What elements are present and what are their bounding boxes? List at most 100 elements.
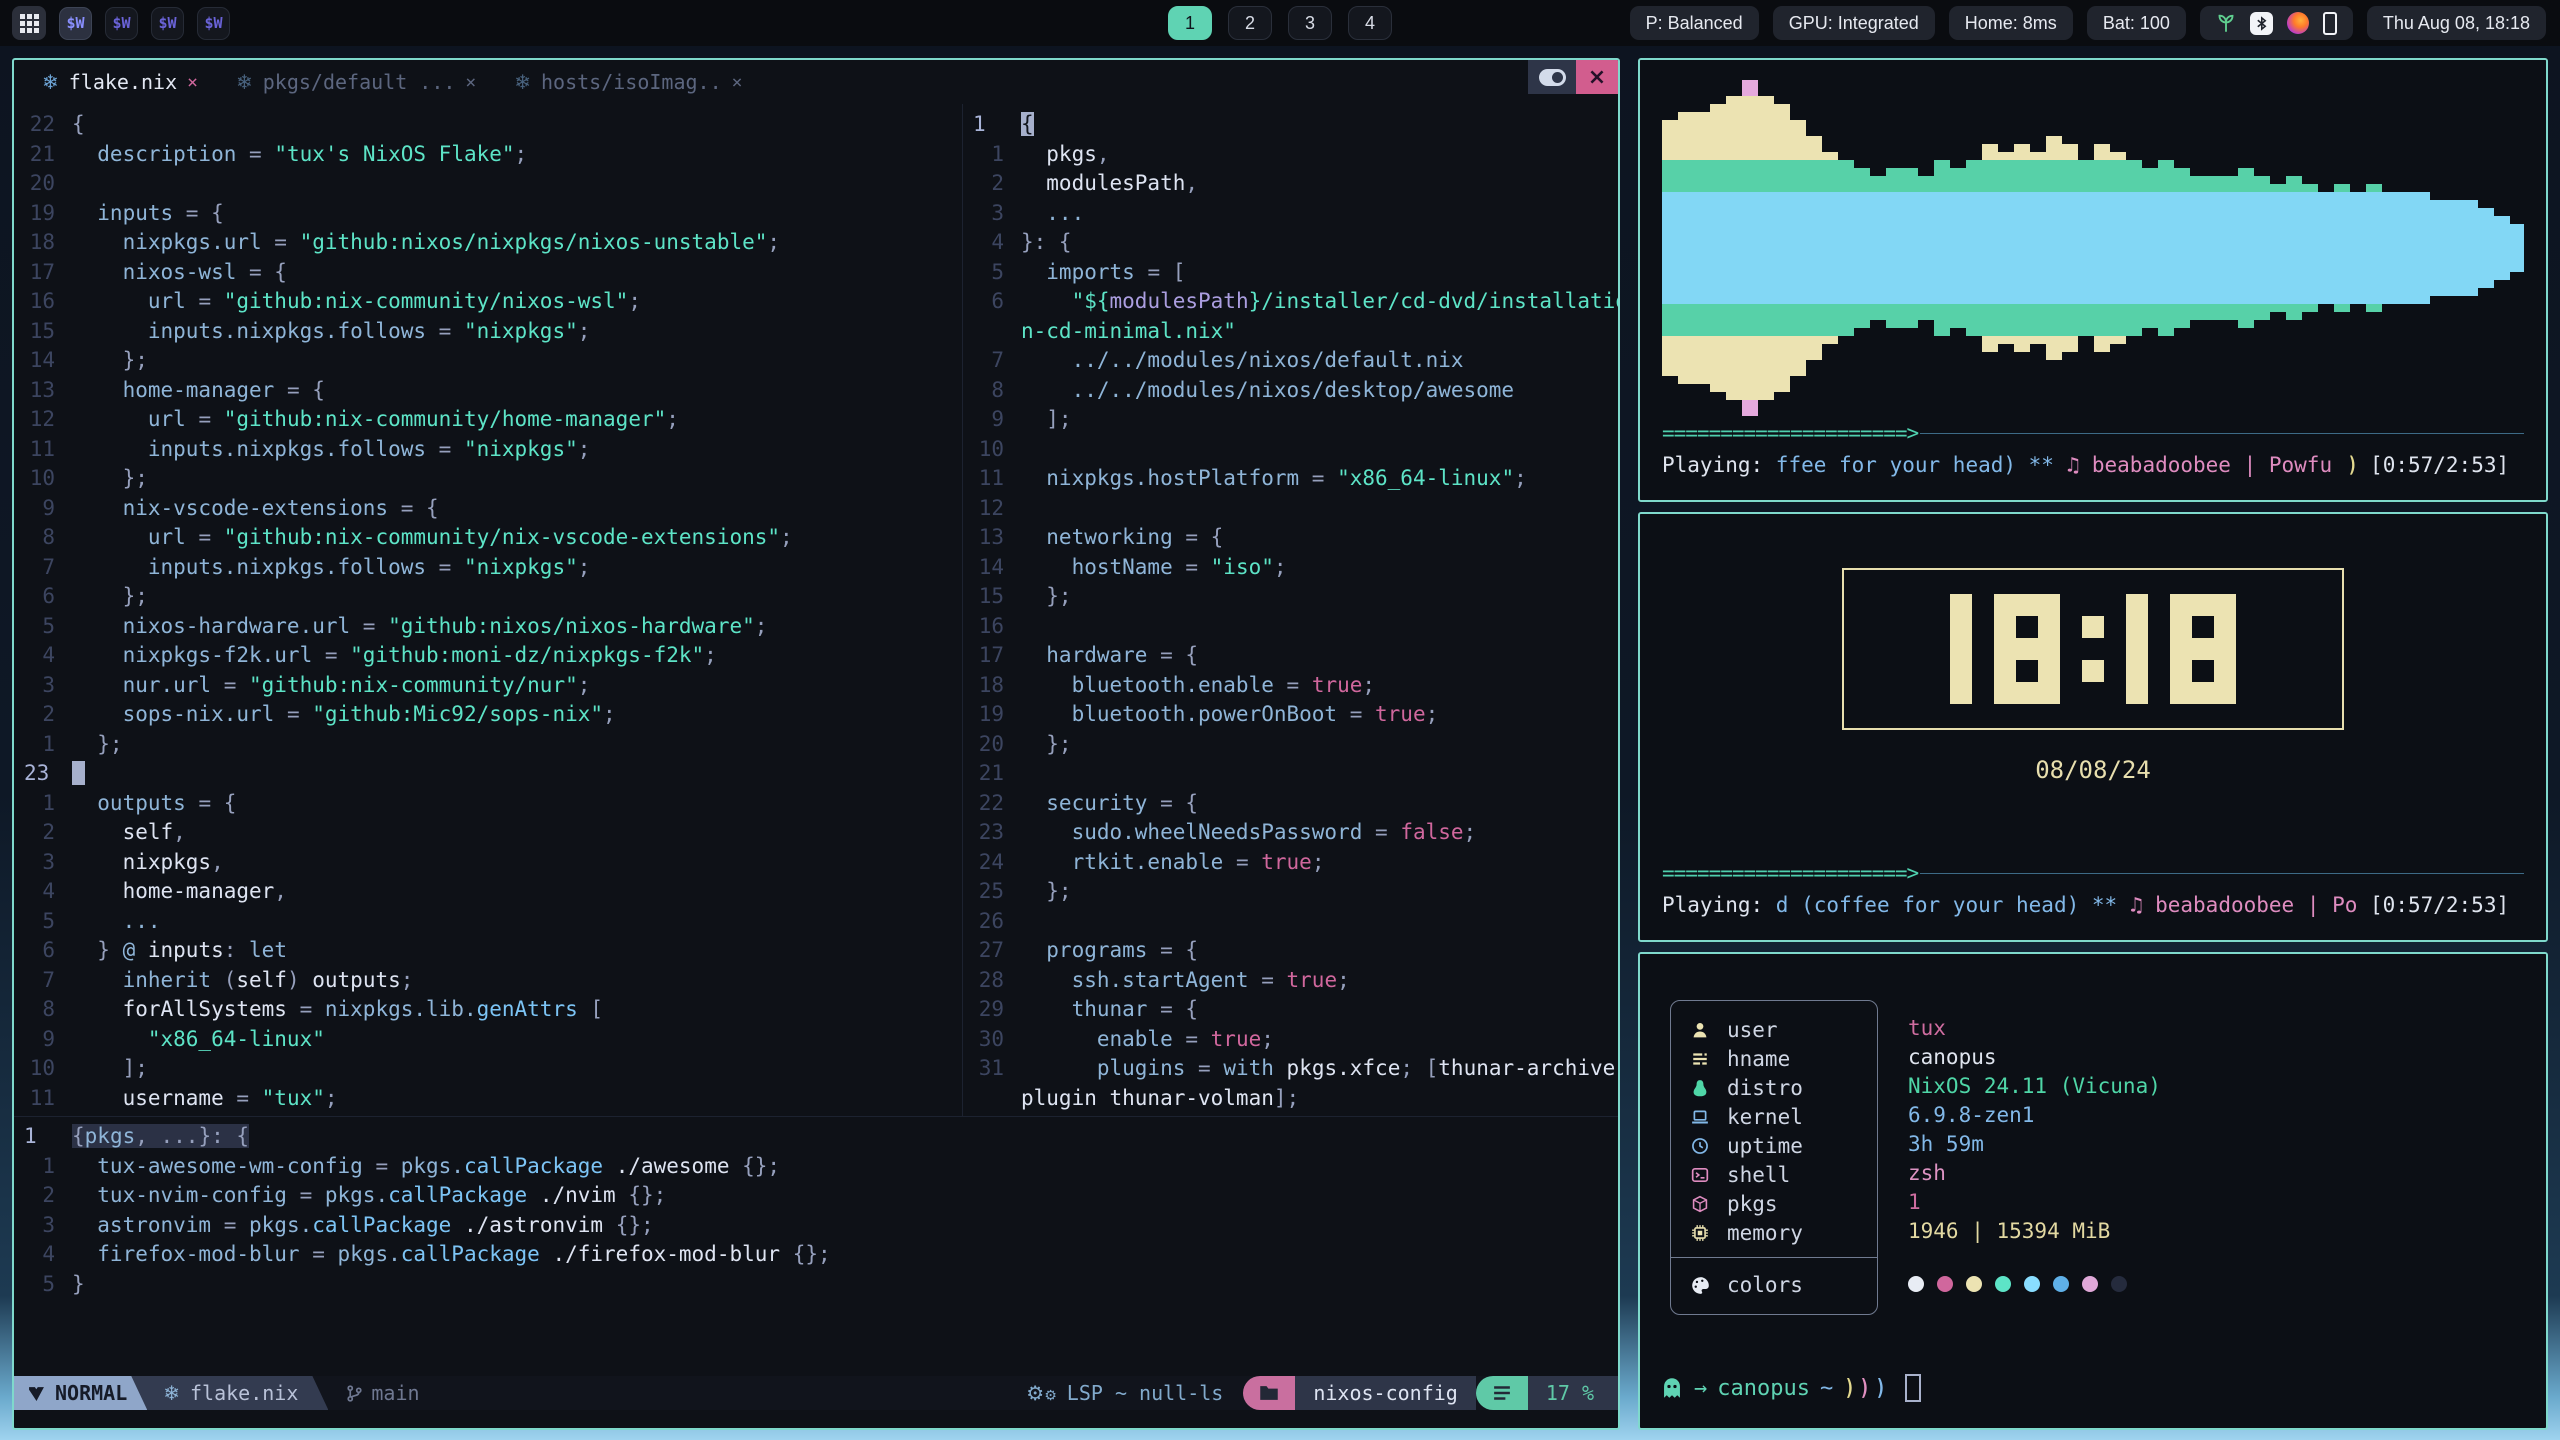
status-pill[interactable]: P: Balanced xyxy=(1630,6,1759,40)
code-text: security = { xyxy=(1021,791,1198,815)
code-text: ../../modules/nixos/desktop/awesome xyxy=(1021,378,1514,402)
mode-segment: NORMAL xyxy=(14,1376,147,1410)
code-text: thunar = { xyxy=(1021,997,1198,1021)
line-number: 3 xyxy=(963,199,1021,229)
status-pill[interactable]: Home: 8ms xyxy=(1949,6,2073,40)
code-text: self, xyxy=(72,820,186,844)
code-line: 9 "x86_64-linux" xyxy=(14,1025,962,1055)
code-line: 4 home-manager, xyxy=(14,877,962,907)
audio-visualizer xyxy=(1662,78,2524,418)
workspace-button-4[interactable]: $W xyxy=(197,7,230,40)
tab-close-icon[interactable]: × xyxy=(465,72,476,93)
workspace-button-1[interactable]: $W xyxy=(59,7,92,40)
palette-dot-7 xyxy=(2082,1276,2098,1292)
branch-icon xyxy=(346,1384,363,1403)
code-line: 20 xyxy=(14,169,962,199)
tab-close-icon[interactable]: × xyxy=(732,72,743,93)
line-number: 9 xyxy=(14,1025,72,1055)
code-line: 2 tux-nvim-config = pkgs.callPackage ./n… xyxy=(14,1181,1618,1211)
code-line: 3 astronvim = pkgs.callPackage ./astronv… xyxy=(14,1211,1618,1241)
tab-close-icon[interactable]: × xyxy=(187,72,198,93)
line-number: 5 xyxy=(14,612,72,642)
code-text: networking = { xyxy=(1021,525,1223,549)
palette-dot-8 xyxy=(2111,1276,2127,1292)
bluetooth-icon[interactable] xyxy=(2250,12,2273,35)
code-text: nixos-wsl = { xyxy=(72,260,287,284)
fetch-label: memory xyxy=(1727,1221,1803,1245)
terminal-visualizer-window[interactable]: =====================> Playing: ffee for… xyxy=(1638,58,2548,502)
line-number: 4 xyxy=(14,1240,72,1270)
cmdline[interactable] xyxy=(14,1410,1618,1428)
network-icon[interactable] xyxy=(2216,13,2236,33)
code-line: 5 ... xyxy=(14,907,962,937)
clock-digit xyxy=(2082,594,2104,704)
tab-1[interactable]: ❄flake.nix× xyxy=(42,70,198,94)
code-text: inputs.nixpkgs.follows = "nixpkgs"; xyxy=(72,555,590,579)
fetch-value-uptime: 3h 59m xyxy=(1908,1130,2161,1159)
clock-pill[interactable]: Thu Aug 08, 18:18 xyxy=(2367,6,2546,40)
fetch-values: tuxcanopusNixOS 24.11 (Vicuna)6.9.8-zen1… xyxy=(1878,1000,2161,1315)
code-text: pkgs, xyxy=(1021,142,1110,166)
tag-2[interactable]: 2 xyxy=(1228,6,1272,40)
launcher-button[interactable] xyxy=(12,6,46,40)
status-pill[interactable]: GPU: Integrated xyxy=(1773,6,1935,40)
tag-1[interactable]: 1 xyxy=(1168,6,1212,40)
code-text: nur.url = "github:nix-community/nur"; xyxy=(72,673,590,697)
mode-label: NORMAL xyxy=(55,1381,127,1405)
fetch-row-user: user xyxy=(1671,1015,1877,1044)
tabline-close-button[interactable]: × xyxy=(1576,60,1618,94)
fetch-value-kernel: 6.9.8-zen1 xyxy=(1908,1101,2161,1130)
now-playing-line: Playing: d (coffee for your head) ** ♫ b… xyxy=(1662,888,2524,922)
code-line: 16 xyxy=(963,612,1618,642)
tab-2[interactable]: ❄pkgs/default ...× xyxy=(236,70,476,94)
line-number: 16 xyxy=(14,287,72,317)
code-text: url = "github:nix-community/home-manager… xyxy=(72,407,679,431)
phone-icon[interactable] xyxy=(2323,12,2337,35)
code-line: 7 ../../modules/nixos/default.nix xyxy=(963,346,1618,376)
shell-prompt[interactable]: → canopus ~ ))) xyxy=(1660,1374,1921,1402)
editor-pane-default[interactable]: 1{pkgs, ...}: {1 tux-awesome-wm-config =… xyxy=(14,1116,1618,1376)
status-pill[interactable]: Bat: 100 xyxy=(2087,6,2186,40)
editor-pane-iso[interactable]: 1{1 pkgs,2 modulesPath,3 ...4}: {5 impor… xyxy=(963,104,1618,1116)
code-text: programs = { xyxy=(1021,938,1198,962)
line-number: 18 xyxy=(14,228,72,258)
line-number: 3 xyxy=(14,671,72,701)
buffer-tabline: ❄flake.nix× ❄pkgs/default ...× ❄hosts/isoI… xyxy=(14,60,1618,104)
code-line: 1 tux-awesome-wm-config = pkgs.callPacka… xyxy=(14,1152,1618,1182)
line-number: 18 xyxy=(963,671,1021,701)
code-text: sops-nix.url = "github:Mic92/sops-nix"; xyxy=(72,702,616,726)
palette-dot-6 xyxy=(2053,1276,2069,1292)
tag-3[interactable]: 3 xyxy=(1288,6,1332,40)
line-number: 23 xyxy=(14,759,72,789)
code-line: 4 firefox-mod-blur = pkgs.callPackage ./… xyxy=(14,1240,1618,1270)
tabline-toggle-button[interactable] xyxy=(1528,60,1576,94)
code-text: enable = true; xyxy=(1021,1027,1274,1051)
uptime-icon xyxy=(1689,1137,1711,1155)
pkgs-icon xyxy=(1689,1195,1711,1213)
code-line: plugin thunar-volman]; xyxy=(963,1084,1618,1114)
media-icon[interactable] xyxy=(2287,12,2309,34)
ghost-icon xyxy=(1660,1376,1684,1400)
scroll-label: 17 % xyxy=(1546,1381,1594,1405)
terminal-cursor xyxy=(1905,1374,1921,1402)
editor-pane-flake[interactable]: 22{21 description = "tux's NixOS Flake";… xyxy=(14,104,962,1116)
tab-3[interactable]: ❄hosts/isoImag..× xyxy=(514,70,742,94)
workspace-button-3[interactable]: $W xyxy=(151,7,184,40)
code-line: 19 bluetooth.powerOnBoot = true; xyxy=(963,700,1618,730)
code-line: 19 inputs = { xyxy=(14,199,962,229)
code-line: 21 description = "tux's NixOS Flake"; xyxy=(14,140,962,170)
code-line: 17 hardware = { xyxy=(963,641,1618,671)
project-label: nixos-config xyxy=(1313,1381,1458,1405)
terminal-fetch-window[interactable]: userhnamedistrokerneluptimeshellpkgsmemo… xyxy=(1638,952,2548,1430)
code-line: 3 ... xyxy=(963,199,1618,229)
terminal-clock-window[interactable]: 08/08/24 =====================> Playing:… xyxy=(1638,512,2548,942)
clock-digit xyxy=(1950,594,1972,704)
workspace-button-2[interactable]: $W xyxy=(105,7,138,40)
code-text: } xyxy=(72,1272,85,1296)
tag-4[interactable]: 4 xyxy=(1348,6,1392,40)
code-line: 3 nixpkgs, xyxy=(14,848,962,878)
line-number: 1 xyxy=(14,1152,72,1182)
code-text: username = "tux"; xyxy=(72,1086,338,1110)
code-text: nixpkgs.hostPlatform = "x86_64-linux"; xyxy=(1021,466,1527,490)
code-text: bluetooth.enable = true; xyxy=(1021,673,1375,697)
